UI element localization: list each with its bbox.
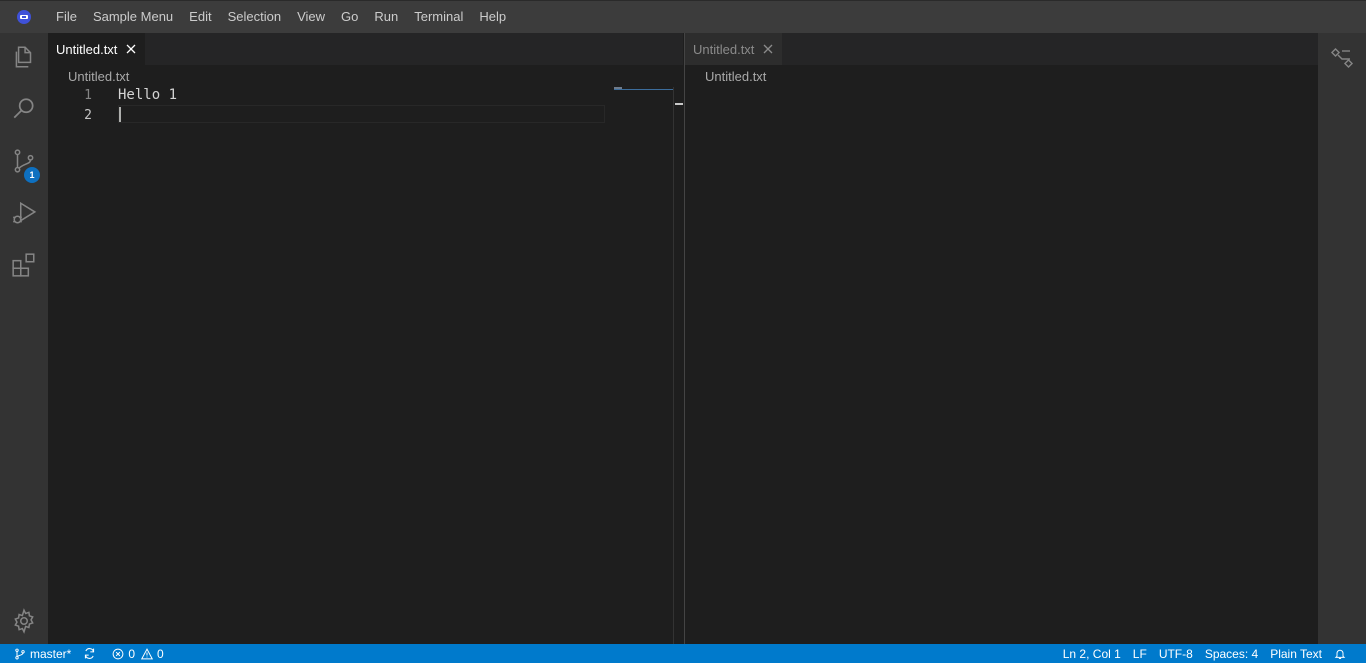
breadcrumb[interactable]: Untitled.txt bbox=[705, 69, 766, 84]
tab-untitled-left[interactable]: Untitled.txt bbox=[48, 33, 146, 65]
line-number: 2 bbox=[84, 108, 92, 123]
extensions-icon bbox=[12, 253, 35, 277]
notifications-button[interactable] bbox=[1328, 644, 1366, 663]
minimap-slider[interactable] bbox=[614, 89, 673, 90]
text-cursor bbox=[119, 107, 121, 122]
outline-button[interactable] bbox=[1318, 33, 1366, 81]
minimap[interactable] bbox=[614, 87, 673, 90]
menu-file[interactable]: File bbox=[48, 1, 85, 34]
gear-icon bbox=[14, 608, 34, 634]
menu-terminal[interactable]: Terminal bbox=[406, 1, 471, 34]
encoding-selector[interactable]: UTF-8 bbox=[1153, 644, 1199, 663]
search-icon bbox=[13, 98, 34, 119]
files-icon bbox=[15, 46, 32, 68]
sync-button[interactable] bbox=[77, 644, 106, 663]
sync-icon bbox=[85, 648, 95, 659]
current-line-highlight bbox=[118, 105, 605, 123]
code-line[interactable]: Hello 1 bbox=[118, 87, 177, 103]
manage-button[interactable] bbox=[0, 597, 48, 645]
breadcrumb[interactable]: Untitled.txt bbox=[68, 69, 129, 84]
cursor-position[interactable]: Ln 2, Col 1 bbox=[1057, 644, 1127, 663]
status-bar: master* 0 0 Ln 2, Col 1 LF UTF-8 Spaces:… bbox=[0, 644, 1366, 663]
branch-status[interactable]: master* bbox=[0, 644, 77, 663]
activity-bar: 1 bbox=[0, 33, 48, 644]
run-debug-icon bbox=[13, 201, 37, 224]
indentation-selector[interactable]: Spaces: 4 bbox=[1199, 644, 1264, 663]
text-editor[interactable]: 1 2 Hello 1 bbox=[48, 87, 683, 644]
tab-bar: Untitled.txt bbox=[48, 33, 683, 65]
close-icon[interactable] bbox=[760, 41, 776, 57]
source-control-badge: 1 bbox=[24, 167, 40, 183]
menu-run[interactable]: Run bbox=[366, 1, 406, 34]
warning-icon bbox=[141, 647, 154, 659]
branch-name: master* bbox=[30, 646, 72, 661]
line-number: 1 bbox=[84, 88, 92, 103]
explorer-button[interactable] bbox=[0, 33, 48, 81]
menu-help[interactable]: Help bbox=[471, 1, 514, 34]
bell-icon bbox=[1334, 649, 1346, 659]
git-branch-icon bbox=[15, 648, 25, 659]
app-logo-icon[interactable] bbox=[0, 1, 48, 34]
text-editor[interactable] bbox=[685, 87, 1319, 644]
eol-selector[interactable]: LF bbox=[1127, 644, 1153, 663]
menubar: File Sample Menu Edit Selection View Go … bbox=[0, 0, 1366, 33]
outline-icon bbox=[1330, 47, 1354, 69]
error-count: 0 bbox=[128, 646, 136, 661]
close-icon[interactable] bbox=[123, 41, 139, 57]
run-debug-button[interactable] bbox=[0, 189, 48, 237]
menu-edit[interactable]: Edit bbox=[181, 1, 219, 34]
editor-group-right: Untitled.txt Untitled.txt bbox=[684, 33, 1319, 644]
vertical-scrollbar[interactable] bbox=[673, 87, 683, 644]
menu-view[interactable]: View bbox=[289, 1, 333, 34]
search-button[interactable] bbox=[0, 85, 48, 133]
error-icon bbox=[112, 648, 124, 659]
problems-status[interactable]: 0 0 bbox=[106, 644, 169, 663]
language-mode-selector[interactable]: Plain Text bbox=[1264, 644, 1328, 663]
tab-label: Untitled.txt bbox=[693, 41, 755, 57]
extensions-button[interactable] bbox=[0, 241, 48, 289]
menu-sample-menu[interactable]: Sample Menu bbox=[85, 1, 181, 34]
auxiliary-bar bbox=[1318, 33, 1366, 644]
warning-count: 0 bbox=[157, 646, 164, 661]
tab-bar: Untitled.txt bbox=[685, 33, 1319, 65]
scrollbar-cursor-marker bbox=[675, 103, 683, 105]
tab-untitled-right[interactable]: Untitled.txt bbox=[685, 33, 783, 65]
menu-selection[interactable]: Selection bbox=[220, 1, 289, 34]
menu-go[interactable]: Go bbox=[333, 1, 366, 34]
tab-label: Untitled.txt bbox=[56, 41, 118, 57]
editor-group-left: Untitled.txt Untitled.txt 1 2 Hello 1 bbox=[48, 33, 683, 644]
source-control-button[interactable]: 1 bbox=[0, 137, 48, 185]
